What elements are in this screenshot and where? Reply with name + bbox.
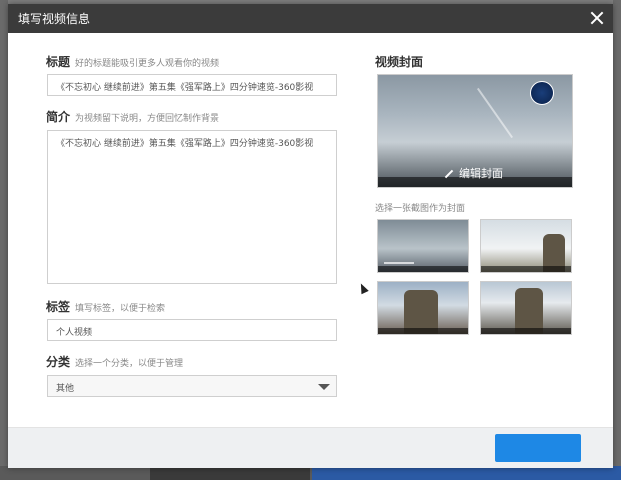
choose-screenshot-hint: 选择一张截图作为封面 <box>375 204 466 214</box>
dialog-footer <box>8 427 613 468</box>
dialog-title: 填写视频信息 <box>18 12 91 26</box>
confirm-button[interactable] <box>495 434 581 462</box>
background-page-bottom <box>0 466 621 480</box>
edit-cover-button[interactable]: 编辑封面 <box>444 165 503 181</box>
screenshot-thumbnail-2[interactable] <box>480 219 572 273</box>
thumb-caption <box>384 262 414 264</box>
screenshot-thumbnail-3[interactable] <box>377 281 469 335</box>
thumb-player-bar <box>378 266 468 272</box>
chevron-down-icon[interactable] <box>318 384 330 390</box>
category-hint: 选择一个分类，以便于管理 <box>75 359 184 369</box>
thumb-player-bar <box>481 328 571 334</box>
close-icon[interactable] <box>589 10 605 26</box>
category-label: 分类 <box>46 355 71 369</box>
title-hint: 好的标题能吸引更多人观看你的视频 <box>75 59 220 69</box>
cover-label: 视频封面 <box>375 55 424 69</box>
tag-input[interactable]: 个人视频 <box>47 319 337 341</box>
title-input[interactable]: 《不忘初心 继续前进》第五集《强军路上》四分钟速览-360影视 <box>47 74 337 96</box>
background-page-left <box>0 0 8 480</box>
background-dark-button <box>150 466 310 480</box>
edit-cover-label: 编辑封面 <box>459 167 503 180</box>
screenshot-thumbnail-4[interactable] <box>480 281 572 335</box>
category-select[interactable]: 其他 <box>47 375 337 397</box>
tag-label: 标签 <box>46 300 71 314</box>
title-label: 标题 <box>46 55 71 69</box>
tag-hint: 填写标签，以便于检索 <box>75 304 166 314</box>
intro-label: 简介 <box>46 110 71 124</box>
cover-contrail <box>477 87 514 139</box>
screenshot-thumbnail-1[interactable] <box>377 219 469 273</box>
channel-logo-icon <box>530 81 554 105</box>
cover-preview: 编辑封面 <box>377 74 573 188</box>
background-blue-button <box>312 466 621 480</box>
video-info-dialog: 填写视频信息 标题 好的标题能吸引更多人观看你的视频 《不忘初心 继续前进》第五… <box>8 4 613 468</box>
thumb-player-bar <box>378 328 468 334</box>
pencil-icon <box>444 169 454 179</box>
background-page-right <box>613 0 621 480</box>
category-selected-value: 其他 <box>56 384 75 394</box>
intro-textarea[interactable]: 《不忘初心 继续前进》第五集《强军路上》四分钟速览-360影视 <box>47 130 337 284</box>
thumb-player-bar <box>481 266 571 272</box>
dialog-titlebar: 填写视频信息 <box>8 4 613 33</box>
intro-hint: 为视频留下说明，方便回忆制作背景 <box>75 114 220 124</box>
